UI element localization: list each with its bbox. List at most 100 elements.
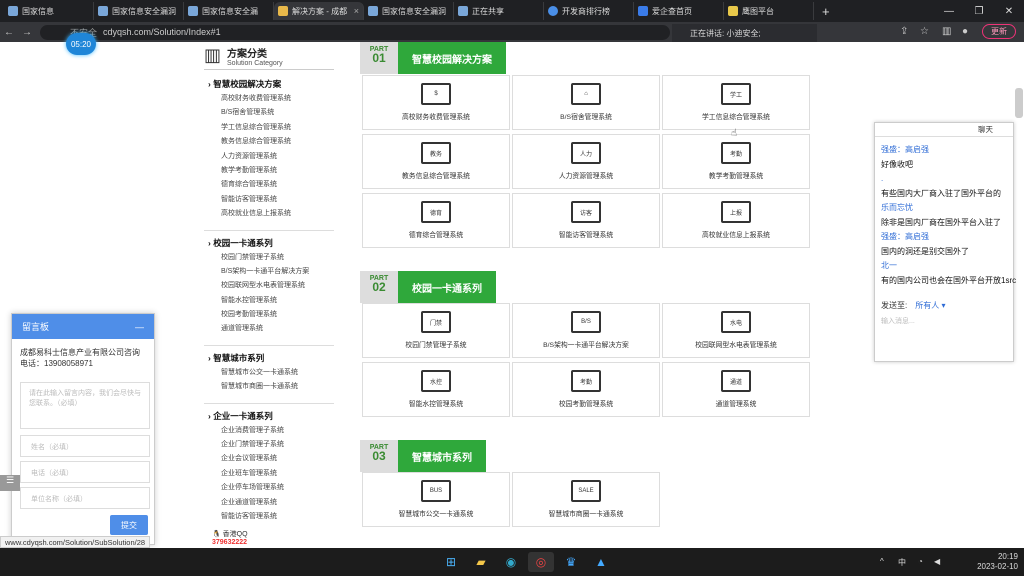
- solution-card[interactable]: 水控 智能水控管理系统: [362, 362, 510, 417]
- sidebar-link[interactable]: 人力资源管理系统: [204, 150, 334, 164]
- card-icon: 上报: [721, 201, 751, 223]
- sidebar-link[interactable]: 智能访客管理系统: [204, 193, 334, 207]
- solution-card[interactable]: 德育 德育综合管理系统: [362, 193, 510, 248]
- favicon-icon: [278, 6, 288, 16]
- clock[interactable]: 20:19 2023-02-10: [977, 552, 1018, 572]
- app-icon[interactable]: ♛: [558, 552, 584, 572]
- solution-card[interactable]: 教务 教务信息综合管理系统: [362, 134, 510, 189]
- solution-card[interactable]: ⌂ B/S宿舍管理系统: [512, 75, 660, 130]
- forward-icon[interactable]: →: [18, 27, 36, 38]
- tab-8[interactable]: 爱企查首页: [634, 2, 724, 20]
- solution-card[interactable]: BUS 智慧城市公交一卡通系统: [362, 472, 510, 527]
- avatar[interactable]: ●: [962, 26, 968, 37]
- send-to: 发送至: 所有人 ▾: [881, 301, 946, 310]
- books-icon: ▥: [204, 45, 222, 65]
- sidebar-link[interactable]: 校园门禁管理子系统: [204, 251, 334, 265]
- sidebar-link[interactable]: 高校财务收费管理系统: [204, 92, 334, 106]
- close-icon[interactable]: ×: [354, 6, 359, 16]
- card-label: 教学考勤管理系统: [708, 173, 764, 180]
- sidebar-link[interactable]: 企业消费管理子系统: [204, 424, 334, 438]
- meeting-icon[interactable]: ▲: [588, 552, 614, 572]
- group-title[interactable]: 校园一卡通系列: [208, 237, 334, 249]
- sidebar-link[interactable]: 企业班车管理系统: [204, 467, 334, 481]
- sidebar-link[interactable]: 学工信息综合管理系统: [204, 121, 334, 135]
- org-field[interactable]: 单位名称（必填）: [20, 487, 150, 509]
- update-button[interactable]: 更新: [982, 24, 1016, 39]
- solution-card[interactable]: 访客 智能访客管理系统: [512, 193, 660, 248]
- sidebar-link[interactable]: 智能访客管理系统: [204, 510, 334, 524]
- minimize-icon[interactable]: —: [934, 6, 964, 17]
- url-input[interactable]: 不安全cdyqsh.com/Solution/Index#1: [40, 24, 670, 40]
- card-icon: BUS: [421, 480, 451, 502]
- sidebar-link[interactable]: 智慧城市商圈一卡通系统: [204, 380, 334, 394]
- tab-1[interactable]: 国家信息: [4, 2, 94, 20]
- tab-6[interactable]: 正在共享: [454, 2, 544, 20]
- group-title[interactable]: 智慧校园解决方案: [208, 78, 334, 90]
- scrollbar[interactable]: [1015, 88, 1023, 118]
- submit-button[interactable]: 提交: [110, 515, 148, 535]
- tab-7[interactable]: 开发商排行榜: [544, 2, 634, 20]
- new-tab-button[interactable]: +: [814, 4, 838, 19]
- sidebar-link[interactable]: 校园考勤管理系统: [204, 308, 334, 322]
- sidebar-link[interactable]: B/S宿舍管理系统: [204, 106, 334, 120]
- edge-icon[interactable]: ◉: [498, 552, 524, 572]
- tab-2[interactable]: 国家信息安全漏洞: [94, 2, 184, 20]
- card-icon: 门禁: [421, 311, 451, 333]
- solution-card[interactable]: 人力 人力资源管理系统: [512, 134, 660, 189]
- tray-lang[interactable]: 中: [898, 557, 906, 568]
- solution-card[interactable]: 学工 学工信息综合管理系统: [662, 75, 810, 130]
- star-icon[interactable]: ☆: [920, 26, 929, 37]
- card-icon: 德育: [421, 201, 451, 223]
- sidebar-title: 方案分类: [227, 48, 268, 60]
- sidebar-link[interactable]: B/S架构一卡通平台解决方案: [204, 265, 334, 279]
- wifi-icon[interactable]: ◔: [918, 557, 923, 566]
- menu-icon[interactable]: ☰: [0, 475, 20, 491]
- sidebar-link[interactable]: 教务信息综合管理系统: [204, 135, 334, 149]
- sidebar-icon[interactable]: ▥: [942, 26, 951, 37]
- sidebar-link[interactable]: 教学考勤管理系统: [204, 164, 334, 178]
- group-title[interactable]: 企业一卡通系列: [208, 410, 334, 422]
- solution-card[interactable]: 门禁 校园门禁管理子系统: [362, 303, 510, 358]
- maximize-icon[interactable]: ❐: [964, 6, 994, 17]
- share-icon[interactable]: ⇪: [900, 26, 908, 37]
- solution-card[interactable]: 考勤 教学考勤管理系统: [662, 134, 810, 189]
- tab-3[interactable]: 国家信息安全漏: [184, 2, 274, 20]
- solution-card[interactable]: 通道 通道管理系统: [662, 362, 810, 417]
- solution-card[interactable]: B/S B/S架构一卡通平台解决方案: [512, 303, 660, 358]
- sidebar-link[interactable]: 企业停车场管理系统: [204, 481, 334, 495]
- qq-contact[interactable]: 🐧 香港QQ 379632222: [212, 529, 248, 546]
- solution-card[interactable]: 水电 校园联网型水电表管理系统: [662, 303, 810, 358]
- tab-9[interactable]: 鹰图平台: [724, 2, 814, 20]
- tab-4[interactable]: 解决方案 - 成都 ×: [274, 2, 364, 20]
- sidebar-link[interactable]: 企业门禁管理子系统: [204, 438, 334, 452]
- sidebar-link[interactable]: 企业会议管理系统: [204, 452, 334, 466]
- windows-start-icon[interactable]: ⊞: [438, 552, 464, 572]
- solution-card[interactable]: SALE 智慧城市商圈一卡通系统: [512, 472, 660, 527]
- sidebar-link[interactable]: 智慧城市公交一卡通系统: [204, 366, 334, 380]
- chrome-icon[interactable]: ◎: [528, 552, 554, 572]
- chat-panel: 聊天 强盛：高启强 好像收吧 . 有些国内大厂商入驻了国外平台的 乐而忘忧 除非是国内…: [874, 122, 1016, 362]
- sidebar-link[interactable]: 高校就业信息上报系统: [204, 207, 334, 221]
- message-textarea[interactable]: 请在此输入留言内容，我们会尽快与您联系。（必填）: [20, 382, 150, 429]
- sidebar-link[interactable]: 校园联网型水电表管理系统: [204, 279, 334, 293]
- solution-card[interactable]: 考勤 校园考勤管理系统: [512, 362, 660, 417]
- send-target-select[interactable]: 所有人 ▾: [915, 301, 945, 310]
- sidebar-link[interactable]: 德育综合管理系统: [204, 178, 334, 192]
- phone-field[interactable]: 电话（必填）: [20, 461, 150, 483]
- sidebar-link[interactable]: 智能水控管理系统: [204, 294, 334, 308]
- back-icon[interactable]: ←: [0, 27, 18, 38]
- volume-icon[interactable]: ◀: [934, 557, 940, 566]
- card-label: 高校财务收费管理系统: [402, 114, 470, 121]
- tab-5[interactable]: 国家信息安全漏洞: [364, 2, 454, 20]
- sidebar-link[interactable]: 企业通道管理系统: [204, 496, 334, 510]
- tray-arrow-icon[interactable]: ^: [880, 557, 884, 566]
- minimize-icon[interactable]: —: [135, 322, 144, 332]
- solution-card[interactable]: $ 高校财务收费管理系统: [362, 75, 510, 130]
- group-title[interactable]: 智慧城市系列: [208, 352, 334, 364]
- sidebar-link[interactable]: 通道管理系统: [204, 322, 334, 336]
- name-field[interactable]: 姓名（必填）: [20, 435, 150, 457]
- chat-input[interactable]: 输入消息...: [881, 316, 915, 326]
- close-window-icon[interactable]: ✕: [994, 6, 1024, 17]
- file-explorer-icon[interactable]: ▰: [468, 552, 494, 572]
- solution-card[interactable]: 上报 高校就业信息上报系统: [662, 193, 810, 248]
